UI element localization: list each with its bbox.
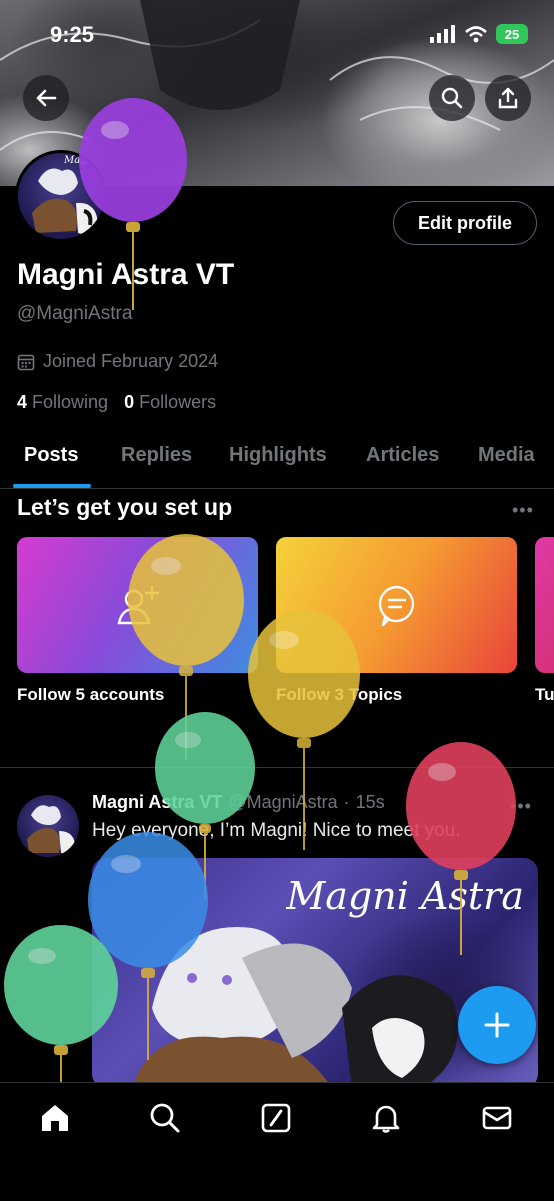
tab-replies[interactable]: Replies <box>121 444 192 467</box>
nav-notifications[interactable] <box>369 1101 403 1135</box>
notifications-icon <box>372 1105 400 1133</box>
post-avatar-artwork <box>27 805 75 854</box>
tab-posts[interactable]: Posts <box>24 444 78 467</box>
more-options-icon[interactable]: ••• <box>512 500 534 521</box>
topic-chat-icon <box>378 585 414 627</box>
follow-topics-card[interactable] <box>276 537 517 673</box>
follow-stats: 4 Following 0 Followers <box>17 392 216 413</box>
messages-icon <box>482 1106 512 1130</box>
home-icon <box>42 1105 68 1131</box>
follow-topics-label: Follow 3 Topics <box>276 685 403 704</box>
joined-text: Joined February 2024 <box>43 351 219 371</box>
post-time: 15s <box>355 792 385 812</box>
search-button[interactable] <box>429 75 475 121</box>
tab-articles[interactable]: Articles <box>366 444 439 467</box>
third-setup-card[interactable] <box>535 537 554 673</box>
nav-messages[interactable] <box>480 1101 514 1135</box>
post-header: Magni Astra VT @MagniAstra · 15s <box>92 792 385 813</box>
signal-icon <box>430 25 455 43</box>
follow-accounts-card[interactable] <box>17 537 258 673</box>
post-author-handle[interactable]: @MagniAstra <box>228 792 337 813</box>
avatar-signature: Magni <box>64 155 97 166</box>
search-icon <box>441 87 463 109</box>
post-author-avatar[interactable] <box>17 795 79 857</box>
tab-media[interactable]: Media <box>478 444 535 467</box>
setup-title: Let’s get you set up <box>17 494 233 520</box>
edit-profile-button[interactable]: Edit profile <box>393 201 537 245</box>
grok-icon <box>261 1103 291 1133</box>
followers-link[interactable]: 0 Followers <box>124 392 216 413</box>
following-link[interactable]: 4 Following <box>17 392 108 413</box>
following-label: Following <box>32 392 109 412</box>
post-separator: · <box>343 792 350 812</box>
tab-highlights[interactable]: Highlights <box>229 444 327 467</box>
following-count: 4 <box>17 392 28 412</box>
share-button[interactable] <box>485 75 531 121</box>
profile-tabs: Posts Replies Highlights Articles Media <box>0 440 554 489</box>
bottom-navigation <box>0 1082 554 1201</box>
plus-icon <box>484 1012 510 1038</box>
profile-handle: @MagniAstra <box>17 303 133 324</box>
battery-indicator: 25 <box>496 24 528 44</box>
compose-button[interactable] <box>458 986 536 1064</box>
status-icons: 25 <box>430 24 528 44</box>
share-icon <box>498 87 518 109</box>
nav-home[interactable] <box>38 1101 72 1135</box>
arrow-left-icon <box>36 89 57 107</box>
add-user-icon <box>117 585 159 625</box>
back-button[interactable] <box>23 75 69 121</box>
search-icon <box>150 1103 180 1133</box>
followers-label: Followers <box>139 392 217 412</box>
section-divider <box>0 767 554 768</box>
nav-grok[interactable] <box>259 1101 293 1135</box>
profile-avatar[interactable]: Magni <box>15 150 107 242</box>
nav-search[interactable] <box>148 1101 182 1135</box>
active-tab-indicator <box>13 484 91 488</box>
profile-name: Magni Astra VT <box>17 258 235 291</box>
joined-date: Joined February 2024 <box>17 351 218 372</box>
calendar-icon <box>17 354 35 370</box>
wifi-icon <box>465 26 487 43</box>
post-more-icon[interactable]: ••• <box>510 796 532 817</box>
status-time: 9:25 <box>50 22 95 47</box>
post-text: Hey everyone, I’m Magni! Nice to meet yo… <box>92 820 461 841</box>
third-card-label: Tu <box>535 685 554 704</box>
follow-accounts-label: Follow 5 accounts <box>17 685 165 704</box>
post-author-name[interactable]: Magni Astra VT <box>92 792 222 813</box>
followers-count: 0 <box>124 392 135 412</box>
